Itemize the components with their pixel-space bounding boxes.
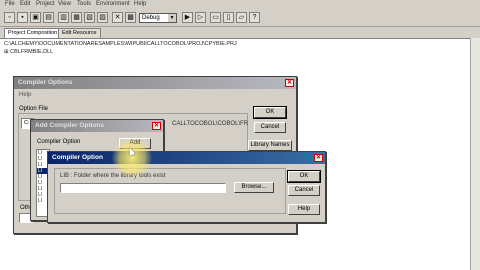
menu-tools[interactable]: Tools <box>77 1 91 7</box>
compiler-options-titlebar: Compiler Options <box>14 77 296 89</box>
help-button[interactable]: Help <box>288 204 320 215</box>
menu-help[interactable]: Help <box>134 1 146 7</box>
add-options-title: Add Compiler Options <box>35 122 104 129</box>
compiler-option-titlebar: Compiler Option <box>48 152 325 164</box>
menu-edit[interactable]: Edit <box>20 1 30 7</box>
close-icon[interactable]: ✕ <box>314 154 323 162</box>
compiler-options-title: Compiler Options <box>18 79 73 86</box>
menu-bar: File Edit Project View Tools Environment… <box>0 0 480 10</box>
open-icon[interactable]: ▪ <box>17 12 28 23</box>
project-path[interactable]: C:\ALCHEMY\DOCUMENTATIONARESAMPLES\WIPUB… <box>4 41 237 47</box>
ok-button[interactable]: OK <box>253 106 287 119</box>
lib-folder-prompt: LIB : Folder where the library tools exi… <box>60 173 166 179</box>
dialog-menu-help[interactable]: Help <box>19 92 31 98</box>
chevron-down-icon: ▼ <box>168 14 176 22</box>
tree-item-label: CBLFRMBIE.DLL <box>10 49 54 55</box>
tab-project-composition[interactable]: Project Composition <box>4 28 62 38</box>
menu-environment[interactable]: Environment <box>96 1 130 7</box>
compiler-option-list-label: Compiler Option <box>37 139 81 145</box>
vertical-scrollbar[interactable] <box>470 38 480 270</box>
build-mode-value: Debug <box>142 15 160 21</box>
compiler-option-title: Compiler Option <box>52 154 103 161</box>
option-file-label: Option File <box>19 106 49 112</box>
library-names-button[interactable]: Library Names <box>248 140 292 151</box>
cancel-button[interactable]: Cancel <box>254 122 286 133</box>
menu-view[interactable]: View <box>58 1 71 7</box>
add-options-titlebar: Add Compiler Options <box>31 120 163 132</box>
help-icon[interactable]: ? <box>249 12 260 23</box>
cancel-button[interactable]: Cancel <box>288 185 320 196</box>
ok-button[interactable]: OK <box>287 170 321 183</box>
close-icon[interactable]: ✕ <box>152 122 161 130</box>
expand-icon[interactable]: ⊞ <box>4 49 9 55</box>
stop-icon[interactable]: ✕ <box>112 12 123 23</box>
menu-project[interactable]: Project <box>36 1 55 7</box>
cursor-highlight <box>112 138 152 178</box>
project-tabs: Project Composition Edit Resource <box>0 27 480 38</box>
option-file-path: CALLTOCOBOL\COBOL\FR <box>172 121 249 127</box>
window-tile-icon[interactable]: ▯ <box>223 12 234 23</box>
debug-icon[interactable]: ▷ <box>195 12 206 23</box>
options-icon[interactable]: ▩ <box>125 12 136 23</box>
compile-icon[interactable]: ▧ <box>84 12 95 23</box>
build-icon[interactable]: ▥ <box>58 12 69 23</box>
build-mode-select[interactable]: Debug ▼ <box>139 13 177 23</box>
tree-item[interactable]: ⊞ CBLFRMBIE.DLL <box>4 49 53 55</box>
run-icon[interactable]: ▶ <box>182 12 193 23</box>
link-icon[interactable]: ▨ <box>97 12 108 23</box>
new-icon[interactable]: ▫ <box>4 12 15 23</box>
save-all-icon[interactable]: ▤ <box>43 12 54 23</box>
menu-file[interactable]: File <box>5 1 15 7</box>
window-icon[interactable]: ▭ <box>210 12 221 23</box>
browse-button[interactable]: Browse... <box>234 182 274 193</box>
compiler-option-dialog: Compiler Option ✕ LIB : Folder where the… <box>47 151 326 223</box>
toolbar: ▫ ▪ ▣ ▤ ▥ ▦ ▧ ▨ ✕ ▩ Debug ▼ ▶ ▷ ▭ ▯ ▱ ? <box>0 10 480 27</box>
save-icon[interactable]: ▣ <box>30 12 41 23</box>
close-icon[interactable]: ✕ <box>285 79 294 87</box>
tab-edit-resource[interactable]: Edit Resource <box>58 28 101 38</box>
rebuild-icon[interactable]: ▦ <box>71 12 82 23</box>
window-cascade-icon[interactable]: ▱ <box>236 12 247 23</box>
lib-folder-field[interactable] <box>60 183 226 193</box>
